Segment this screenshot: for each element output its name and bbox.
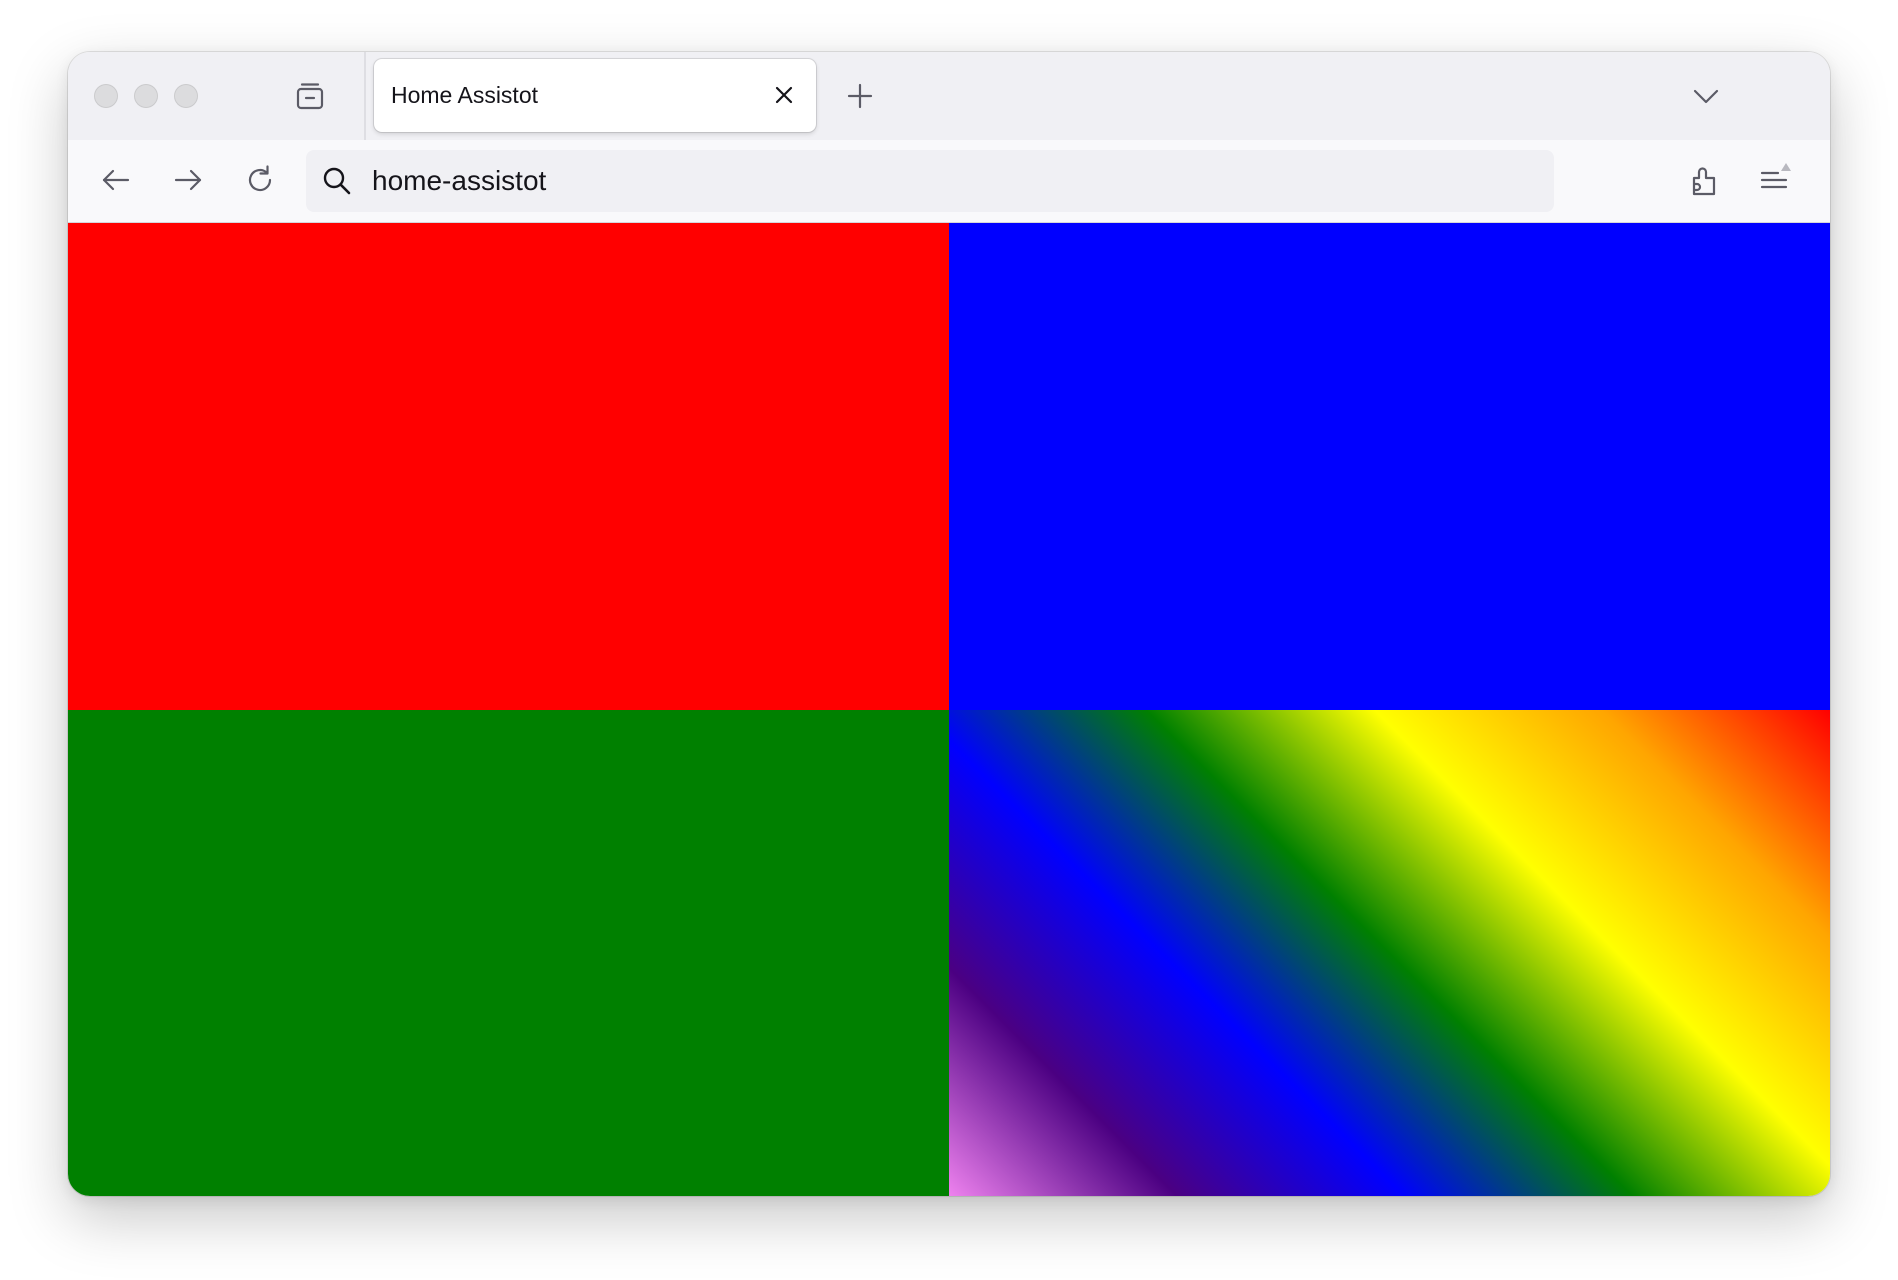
window-close-button[interactable] (94, 84, 118, 108)
new-tab-button[interactable] (842, 78, 878, 114)
green-panel (68, 709, 949, 1196)
hamburger-menu-icon (1760, 163, 1791, 189)
navigation-toolbar: home-assistot (68, 140, 1830, 223)
rainbow-gradient-panel (949, 709, 1830, 1196)
window-zoom-button[interactable] (174, 84, 198, 108)
tab-overview-button[interactable] (292, 78, 328, 114)
blue-panel (949, 223, 1830, 710)
tab-close-button[interactable] (770, 81, 798, 109)
arrow-right-icon (174, 169, 202, 191)
page-content (68, 223, 1830, 1196)
address-bar[interactable]: home-assistot (306, 150, 1554, 212)
tab-title: Home Assistot (391, 82, 538, 108)
tab-home-assistot[interactable]: Home Assistot (374, 59, 816, 132)
reload-icon (248, 165, 272, 192)
search-icon (323, 167, 351, 195)
plus-icon (847, 83, 873, 109)
arrow-left-icon (102, 169, 130, 191)
close-icon (775, 86, 793, 104)
tab-strip-divider (364, 52, 366, 140)
window-minimize-button[interactable] (134, 84, 158, 108)
address-bar-text[interactable]: home-assistot (372, 150, 546, 212)
back-button[interactable] (96, 160, 136, 200)
browser-window: Home Assistot home-assistot (68, 52, 1830, 1196)
application-menu-button[interactable] (1754, 158, 1798, 202)
extensions-button[interactable] (1684, 160, 1724, 200)
search-icon-wrapper (320, 164, 354, 198)
chevron-down-icon (1693, 89, 1719, 104)
list-all-tabs-button[interactable] (1688, 78, 1724, 114)
tab-overview-icon (296, 83, 324, 110)
red-panel (68, 223, 949, 710)
forward-button[interactable] (168, 160, 208, 200)
tab-strip: Home Assistot (68, 52, 1830, 140)
puzzle-icon (1692, 167, 1716, 196)
reload-button[interactable] (240, 160, 280, 200)
